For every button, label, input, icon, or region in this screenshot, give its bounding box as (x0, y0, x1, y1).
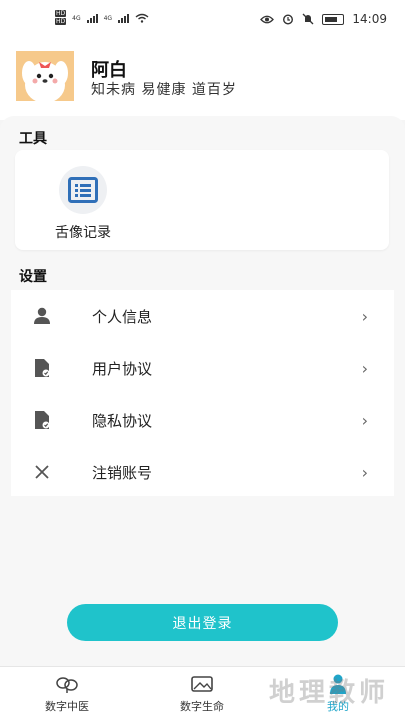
settings-item-label: 个人信息 (92, 307, 153, 326)
battery-icon (322, 13, 345, 25)
settings-item-user-agreement[interactable]: 用户协议 › (11, 342, 394, 394)
tab-label: 数字生命 (180, 700, 224, 713)
settings-item-personal-info[interactable]: 个人信息 › (11, 290, 394, 342)
network-type-2: 4G (103, 14, 113, 22)
list-icon (68, 177, 98, 203)
clock: 14:09 (352, 12, 387, 26)
watermark-text: 地理教师 (268, 678, 389, 708)
network-type-1: 4G (72, 14, 81, 22)
settings-list: 个人信息 › 用户协议 › 隐私协议 › 注销账号 › (11, 290, 394, 496)
tool-label: 舌像记录 (55, 225, 111, 241)
tab-digital-tcm[interactable]: 数字中医 (17, 673, 117, 714)
tools-section-title: 工具 (19, 131, 47, 147)
tab-digital-life[interactable]: 数字生命 (152, 673, 252, 714)
tongue-record-button[interactable]: 舌像记录 (48, 166, 118, 242)
status-bar: HD HD 4G 4G 14:09 (0, 0, 405, 40)
hd-badge-icon: HD HD (55, 10, 67, 25)
settings-item-delete-account[interactable]: 注销账号 › (11, 446, 394, 498)
logout-button[interactable]: 退出登录 (67, 604, 338, 641)
profile-header: 阿白 知未病 易健康 道百岁 (0, 40, 405, 120)
chevron-right-icon: › (361, 462, 368, 482)
eye-icon (260, 15, 275, 23)
chevron-right-icon: › (361, 358, 368, 378)
image-icon (152, 673, 252, 695)
settings-section-title: 设置 (19, 269, 47, 285)
settings-item-label: 注销账号 (92, 463, 153, 482)
settings-item-label: 隐私协议 (92, 411, 153, 430)
close-icon (31, 461, 53, 483)
user-motto: 知未病 易健康 道百岁 (91, 82, 237, 98)
mute-icon (302, 13, 314, 25)
settings-item-privacy-policy[interactable]: 隐私协议 › (11, 394, 394, 446)
chevron-right-icon: › (361, 306, 368, 326)
wifi-icon (135, 13, 149, 23)
alarm-icon (283, 14, 294, 25)
document-icon (31, 409, 53, 431)
status-right: 14:09 (260, 12, 387, 26)
chevron-right-icon: › (361, 410, 368, 430)
signal-icon (86, 13, 98, 23)
person-icon (31, 305, 53, 327)
signal-icon (118, 13, 130, 23)
tool-icon-circle (59, 166, 107, 214)
herb-icon (17, 673, 117, 695)
tools-card: 舌像记录 (15, 150, 389, 250)
tab-label: 数字中医 (45, 700, 89, 713)
network-indicators: HD HD 4G 4G (55, 10, 149, 26)
document-icon (31, 357, 53, 379)
avatar[interactable] (16, 51, 74, 101)
dog-avatar-icon (16, 51, 74, 101)
settings-item-label: 用户协议 (92, 359, 153, 378)
